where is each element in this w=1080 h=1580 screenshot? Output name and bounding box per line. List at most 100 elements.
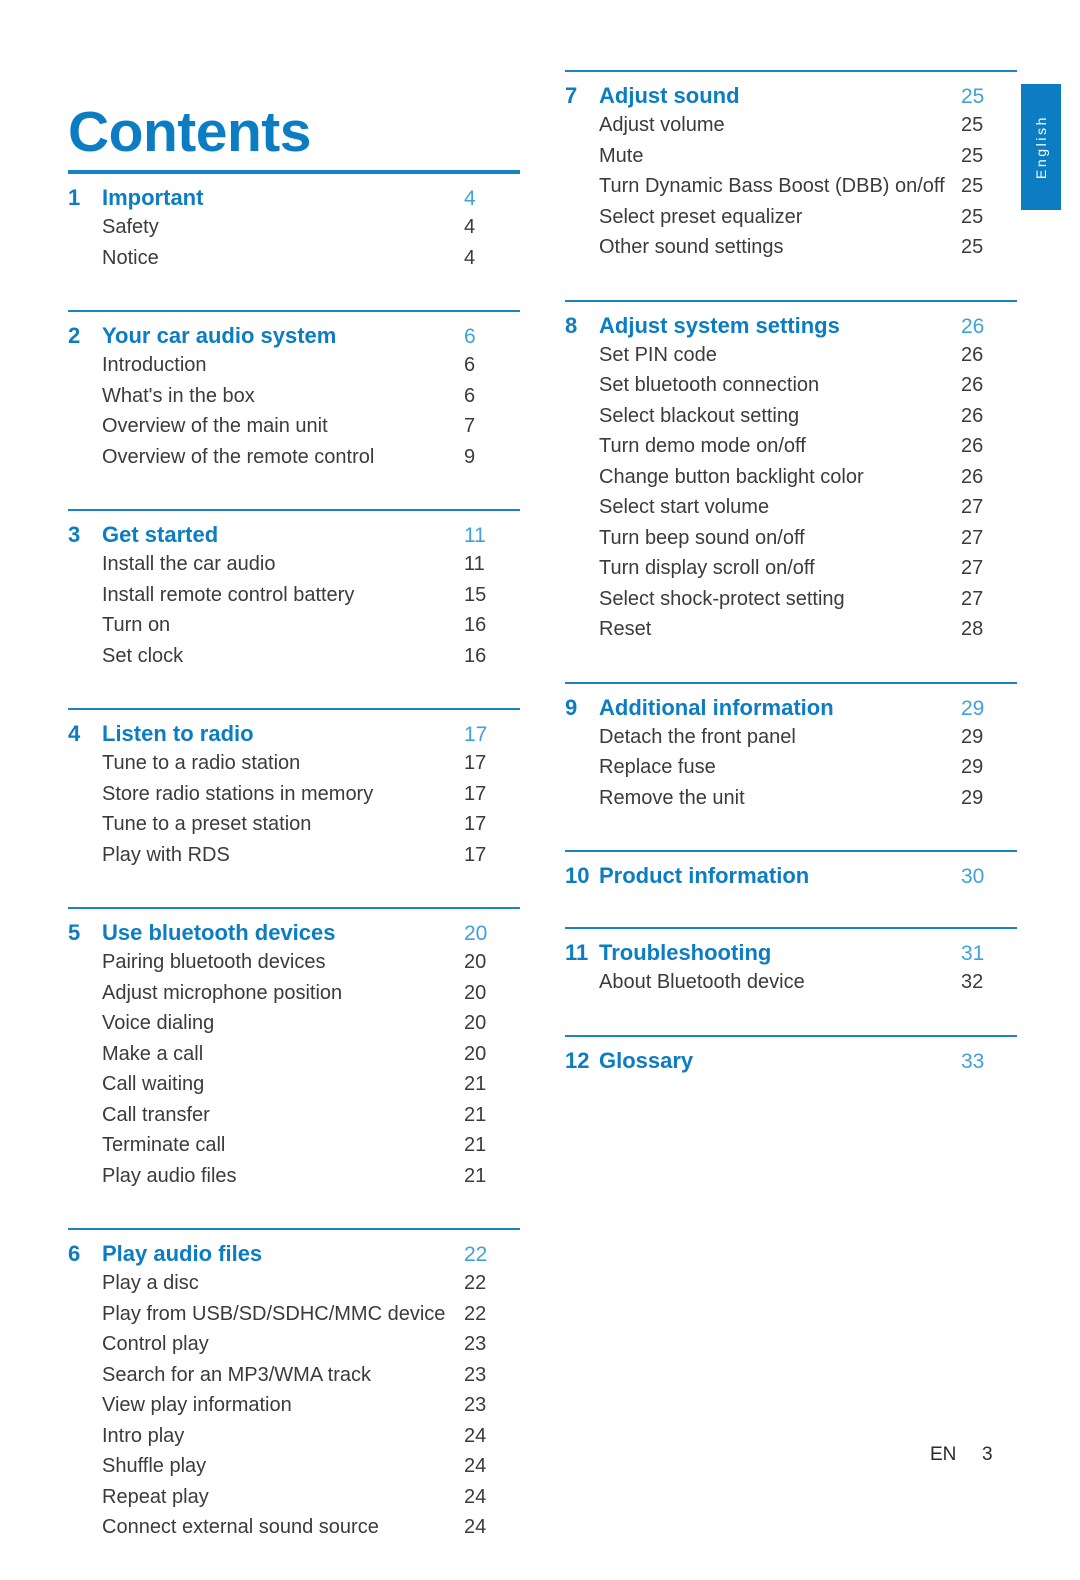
toc-entry[interactable]: Notice 4 — [68, 244, 520, 275]
toc-entry[interactable]: Intro play 24 — [68, 1422, 520, 1453]
toc-entry[interactable]: Turn display scroll on/off 27 — [565, 554, 1017, 585]
toc-section-heading[interactable]: 12 Glossary 33 — [565, 1048, 1017, 1074]
toc-entry[interactable]: Select shock-protect setting 27 — [565, 585, 1017, 616]
toc-entry-page-cell: 29 — [961, 784, 1017, 815]
section-divider — [565, 299, 1017, 302]
footer-page-number: 3 — [982, 1444, 993, 1465]
toc-entry[interactable]: Set PIN code 26 — [565, 341, 1017, 372]
toc-entry[interactable]: Select start volume 27 — [565, 493, 1017, 524]
toc-entry[interactable]: Select blackout setting 26 — [565, 402, 1017, 433]
toc-section-heading[interactable]: 8 Adjust system settings 26 — [565, 313, 1017, 339]
toc-entry[interactable]: Play a disc 22 — [68, 1269, 520, 1300]
toc-section-heading[interactable]: 10 Product information 30 — [565, 863, 1017, 889]
toc-entry[interactable]: Pairing bluetooth devices 20 — [68, 948, 520, 979]
toc-section-heading[interactable]: 1 Important 4 — [68, 185, 520, 211]
toc-entry[interactable]: Replace fuse 29 — [565, 753, 1017, 784]
section-number: 9 — [565, 694, 578, 720]
toc-entry[interactable]: Turn demo mode on/off 26 — [565, 432, 1017, 463]
toc-entry[interactable]: What's in the box 6 — [68, 382, 520, 413]
toc-entry-page-number: 27 — [961, 587, 984, 610]
section-page-cell: 6 — [464, 325, 520, 349]
toc-entry-page-number: 24 — [464, 1424, 487, 1447]
toc-entry-page-cell: 4 — [464, 244, 520, 275]
toc-entry-label: Terminate call — [102, 1134, 226, 1156]
toc-entry-label: Turn Dynamic Bass Boost (DBB) on/off — [599, 175, 945, 197]
toc-entry-label: Notice — [102, 246, 159, 269]
toc-entry[interactable]: About Bluetooth device 32 — [565, 968, 1017, 999]
toc-entry-label: Call transfer — [102, 1103, 210, 1126]
toc-section-heading[interactable]: 6 Play audio files 22 — [68, 1241, 520, 1267]
toc-entry-page-cell: 17 — [464, 810, 520, 841]
toc-entry[interactable]: Terminate call 21 — [68, 1131, 520, 1162]
toc-entry[interactable]: Turn Dynamic Bass Boost (DBB) on/off 25 — [565, 172, 1017, 203]
toc-entry[interactable]: Control play 23 — [68, 1330, 520, 1361]
toc-entry[interactable]: Store radio stations in memory 17 — [68, 780, 520, 811]
toc-section-heading[interactable]: 11 Troubleshooting 31 — [565, 940, 1017, 966]
toc-entry[interactable]: Mute 25 — [565, 142, 1017, 173]
toc-entry-page-number: 20 — [464, 1042, 487, 1065]
toc-entry[interactable]: Tune to a radio station 17 — [68, 749, 520, 780]
toc-entry[interactable]: Adjust volume 25 — [565, 111, 1017, 142]
toc-entry[interactable]: Adjust microphone position 20 — [68, 979, 520, 1010]
toc-section-heading[interactable]: 9 Additional information 29 — [565, 695, 1017, 721]
section-number: 1 — [68, 185, 81, 210]
section-number: 10 — [565, 863, 590, 888]
toc-entry-label: Play audio files — [102, 1164, 237, 1187]
section-page-number: 11 — [464, 524, 486, 547]
toc-entry[interactable]: Play from USB/SD/SDHC/MMC device 22 — [68, 1300, 520, 1331]
toc-entry[interactable]: Change button backlight color 26 — [565, 463, 1017, 494]
toc-section: 9 Additional information 29 Detach the fron… — [565, 681, 1017, 851]
toc-entry[interactable]: Set bluetooth connection 26 — [565, 371, 1017, 402]
toc-section-heading[interactable]: 4 Listen to radio 17 — [68, 721, 520, 747]
toc-entry[interactable]: Make a call 20 — [68, 1040, 520, 1071]
toc-entry[interactable]: Safety 4 — [68, 213, 520, 244]
toc-entry-page-cell: 25 — [961, 142, 1017, 173]
toc-entry-page-cell: 17 — [464, 780, 520, 811]
toc-entry[interactable]: Select preset equalizer 25 — [565, 203, 1017, 234]
toc-section-heading[interactable]: 5 Use bluetooth devices 20 — [68, 920, 520, 946]
toc-entry[interactable]: Turn on 16 — [68, 611, 520, 642]
toc-section-heading[interactable]: 3 Get started 11 — [68, 522, 520, 548]
toc-entry[interactable]: Other sound settings 25 — [565, 233, 1017, 264]
section-number: 2 — [68, 323, 81, 348]
toc-entry-page-cell: 9 — [464, 443, 520, 474]
toc-entry[interactable]: Repeat play 24 — [68, 1483, 520, 1514]
toc-entry[interactable]: Search for an MP3/WMA track 23 — [68, 1361, 520, 1392]
toc-entry-page-number: 23 — [464, 1333, 487, 1355]
toc-entry[interactable]: Play with RDS 17 — [68, 841, 520, 872]
toc-entry[interactable]: View play information 23 — [68, 1391, 520, 1422]
toc-entry-page-cell: 25 — [961, 203, 1017, 234]
page-footer: EN 3 — [930, 1444, 1050, 1466]
toc-section-heading[interactable]: 7 Adjust sound 25 — [565, 83, 1017, 109]
toc-entry-page-cell: 29 — [961, 753, 1017, 784]
toc-entry[interactable]: Detach the front panel 29 — [565, 723, 1017, 754]
toc-entry-page-number: 17 — [464, 752, 487, 774]
toc-entry[interactable]: Tune to a preset station 17 — [68, 810, 520, 841]
toc-entry[interactable]: Set clock 16 — [68, 642, 520, 673]
toc-entry[interactable]: Overview of the remote control 9 — [68, 443, 520, 474]
toc-entry-page-cell: 6 — [464, 382, 520, 413]
toc-entry-label: Introduction — [102, 354, 207, 376]
toc-entry-label: Play from USB/SD/SDHC/MMC device — [102, 1302, 446, 1325]
toc-entry[interactable]: Call waiting 21 — [68, 1070, 520, 1101]
toc-entry[interactable]: Install remote control battery 15 — [68, 581, 520, 612]
toc-entry[interactable]: Play audio files 21 — [68, 1162, 520, 1193]
toc-entry[interactable]: Introduction 6 — [68, 351, 520, 382]
toc-entry-page-cell: 27 — [961, 585, 1017, 616]
toc-entry[interactable]: Call transfer 21 — [68, 1101, 520, 1132]
toc-entry[interactable]: Install the car audio 11 — [68, 550, 520, 581]
toc-entry[interactable]: Turn beep sound on/off 27 — [565, 524, 1017, 555]
section-page-cell: 33 — [961, 1050, 1017, 1074]
toc-entry[interactable]: Voice dialing 20 — [68, 1009, 520, 1040]
toc-entry[interactable]: Reset 28 — [565, 615, 1017, 646]
toc-entry[interactable]: Shuffle play 24 — [68, 1452, 520, 1483]
toc-entry-page-cell: 28 — [961, 615, 1017, 646]
toc-section-heading[interactable]: 2 Your car audio system 6 — [68, 323, 520, 349]
toc-entry[interactable]: Connect external sound source 24 — [68, 1513, 520, 1544]
toc-entry[interactable]: Remove the unit 29 — [565, 784, 1017, 815]
toc-entry[interactable]: Overview of the main unit 7 — [68, 412, 520, 443]
toc-entry-page-cell: 23 — [464, 1330, 520, 1361]
